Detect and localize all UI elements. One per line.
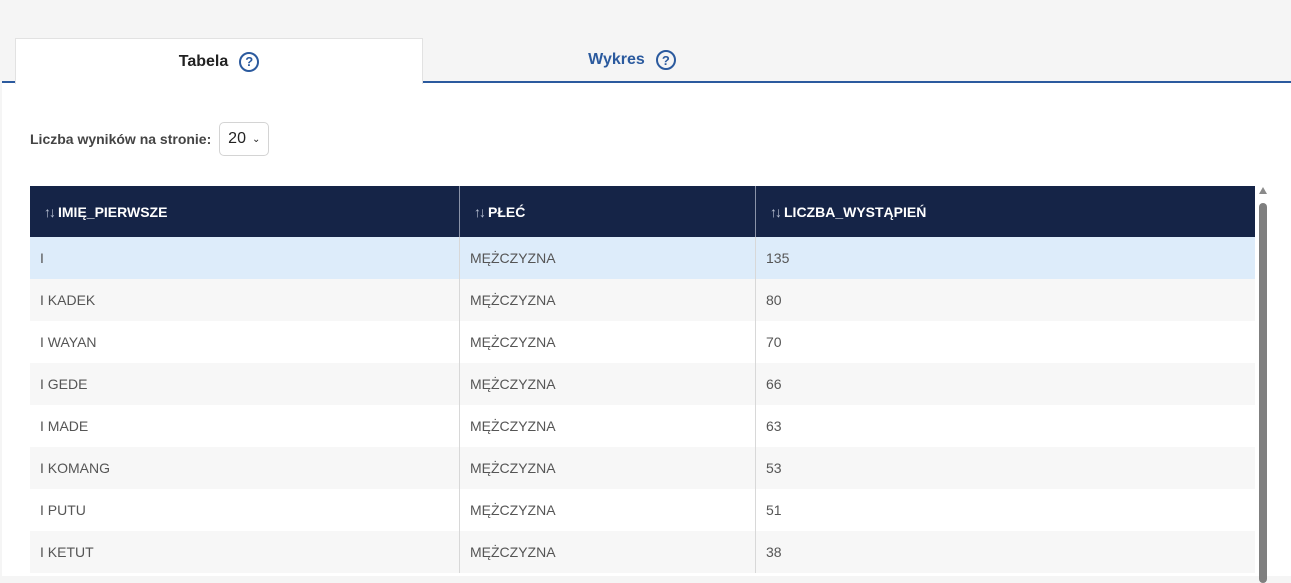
help-icon[interactable]: ? [655, 50, 676, 70]
scroll-up-arrow-icon[interactable] [1259, 187, 1267, 194]
table-cell: I PUTU [30, 489, 460, 531]
table-cell: MĘŻCZYZNA [459, 447, 756, 489]
table-cell: MĘŻCZYZNA [459, 321, 756, 363]
table-cell: 70 [755, 321, 1255, 363]
table-row[interactable]: I GEDE MĘŻCZYZNA 66 [30, 363, 1255, 405]
table-header-row: ↑↓ IMIĘ_PIERWSZE ↑↓ PŁEĆ ↑↓ LICZBA_WYSTĄPIE… [30, 186, 1255, 237]
table-cell: I [30, 237, 460, 279]
chevron-down-icon: ⌄ [251, 133, 261, 145]
scrollbar-thumb[interactable] [1259, 203, 1267, 583]
results-per-page-select[interactable]: 20 ⌄ [219, 122, 270, 156]
table-row[interactable]: I MĘŻCZYZNA 135 [30, 237, 1255, 279]
scrollbar[interactable] [1258, 187, 1268, 583]
table-cell: 38 [755, 531, 1255, 573]
results-per-page-label: Liczba wyników na stronie: [30, 131, 212, 147]
tab-label: Wykres [588, 51, 645, 68]
table-row[interactable]: I KADEK MĘŻCZYZNA 80 [30, 279, 1255, 321]
table-cell: MĘŻCZYZNA [459, 489, 756, 531]
table-cell: 66 [755, 363, 1255, 405]
tab-label: Tabela [178, 52, 229, 70]
sort-icon[interactable]: ↑↓ [44, 204, 56, 220]
results-table: ↑↓ IMIĘ_PIERWSZE ↑↓ PŁEĆ ↑↓ LICZBA_WYSTĄPIE… [30, 186, 1255, 573]
table-cell: I WAYAN [30, 321, 460, 363]
tab-bar: Tabela ? Wykres ? [0, 0, 1291, 84]
sort-icon[interactable]: ↑↓ [770, 204, 782, 220]
table-cell: 135 [755, 237, 1255, 279]
table-cell: MĘŻCZYZNA [459, 237, 756, 279]
table-panel: Liczba wyników na stronie: 20 ⌄ ↑↓ IMIĘ_P… [2, 83, 1291, 583]
table-cell: I KETUT [30, 531, 460, 573]
table-cell: 80 [755, 279, 1255, 321]
results-per-page: Liczba wyników na stronie: 20 ⌄ [30, 122, 270, 156]
help-icon[interactable]: ? [239, 51, 260, 72]
table-row[interactable]: I WAYAN MĘŻCZYZNA 70 [30, 321, 1255, 363]
table-row[interactable]: I PUTU MĘŻCZYZNA 51 [30, 489, 1255, 531]
table-cell: 63 [755, 405, 1255, 447]
column-header-liczba[interactable]: ↑↓ LICZBA_WYSTĄPIEŃ [755, 186, 1255, 237]
table-row[interactable]: I KETUT MĘŻCZYZNA 38 [30, 531, 1255, 573]
table-cell: MĘŻCZYZNA [459, 279, 756, 321]
table-cell: 53 [755, 447, 1255, 489]
results-per-page-value: 20 [228, 130, 246, 147]
tab-tabela[interactable]: Tabela ? [15, 38, 423, 84]
table-cell: I KOMANG [30, 447, 460, 489]
table-cell: 51 [755, 489, 1255, 531]
sort-icon[interactable]: ↑↓ [474, 204, 486, 220]
table-cell: I GEDE [30, 363, 460, 405]
table-cell: MĘŻCZYZNA [459, 531, 756, 573]
column-header-plec[interactable]: ↑↓ PŁEĆ [459, 186, 756, 237]
table-cell: I MADE [30, 405, 460, 447]
table-cell: MĘŻCZYZNA [459, 363, 756, 405]
table-row[interactable]: I MADE MĘŻCZYZNA 63 [30, 405, 1255, 447]
table-row[interactable]: I KOMANG MĘŻCZYZNA 53 [30, 447, 1255, 489]
table-cell: MĘŻCZYZNA [459, 405, 756, 447]
table-cell: I KADEK [30, 279, 460, 321]
column-header-imie[interactable]: ↑↓ IMIĘ_PIERWSZE [30, 186, 460, 237]
tab-wykres[interactable]: Wykres ? [422, 38, 842, 82]
